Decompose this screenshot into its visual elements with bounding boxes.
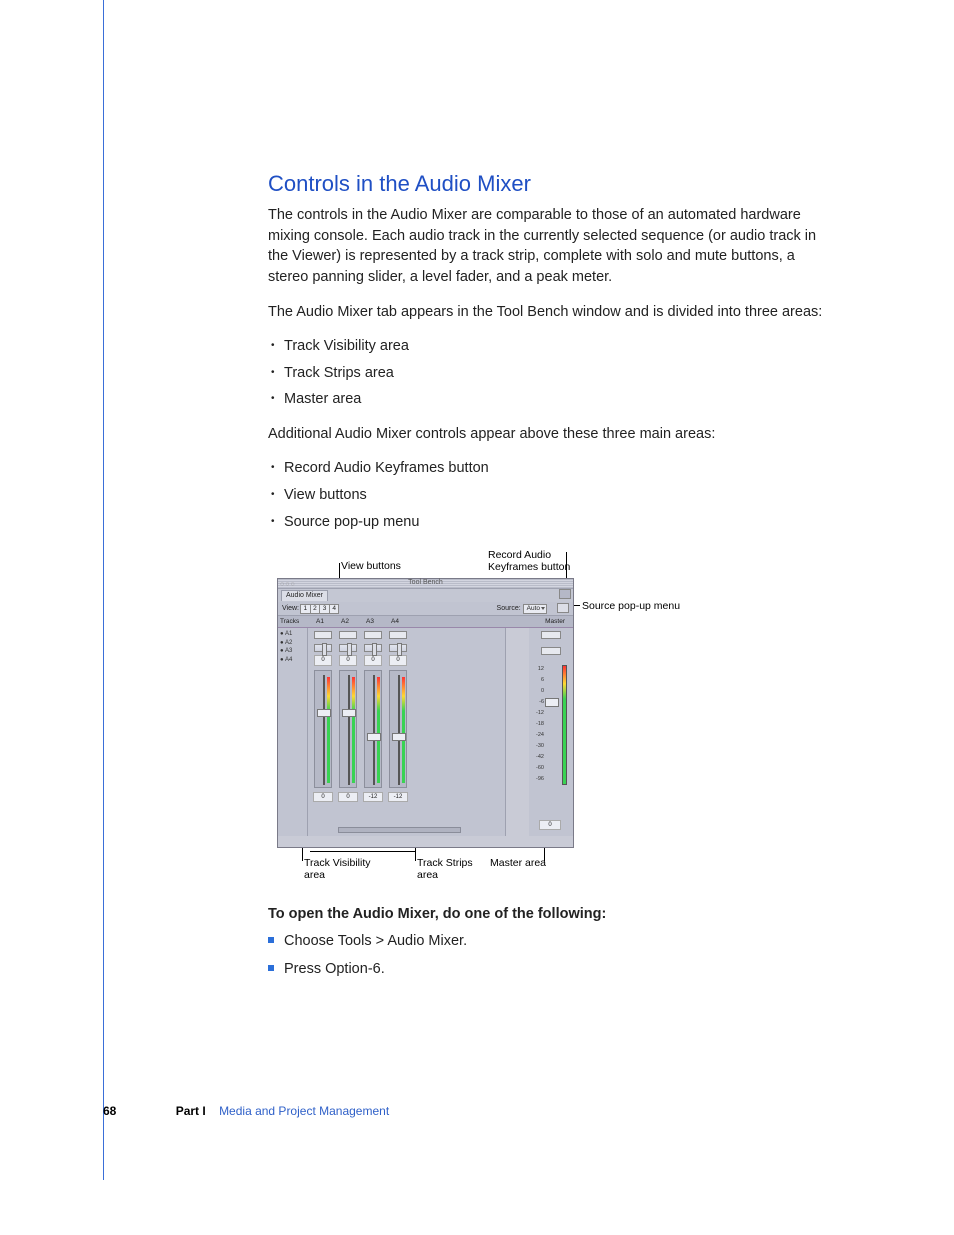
intro-para-3: Additional Audio Mixer controls appear a…	[268, 424, 828, 445]
view-button-4[interactable]: 4	[329, 604, 340, 614]
hdr-a2: A2	[341, 617, 349, 626]
record-keyframes-button[interactable]	[557, 603, 569, 613]
section-title: Media and Project Management	[219, 1104, 389, 1118]
pan-value-a1: 0	[314, 655, 332, 666]
page-number: 68	[103, 1104, 116, 1118]
level-value-a2: 0	[338, 792, 358, 803]
fader-a3[interactable]	[364, 670, 382, 788]
master-area: 1260-6-12-18-24-30-42-60-96 0	[529, 628, 573, 836]
strips-scrollbar[interactable]	[338, 827, 461, 833]
list-item: Choose Tools > Audio Mixer.	[268, 931, 828, 952]
master-fader[interactable]	[545, 698, 559, 707]
master-downmix-button[interactable]	[541, 647, 561, 655]
fader-a2[interactable]	[339, 670, 357, 788]
pan-slider-a4[interactable]	[389, 644, 407, 652]
hdr-a4: A4	[391, 617, 399, 626]
window-title: Tool Bench	[278, 578, 573, 588]
track-strips-area: 0 0 0 0 0	[308, 628, 506, 836]
fader-a1[interactable]	[314, 670, 332, 788]
vis-toggle-a1[interactable]: ● A1	[280, 630, 305, 639]
solo-mute-a3[interactable]	[364, 631, 382, 639]
solo-mute-a1[interactable]	[314, 631, 332, 639]
callout-record-audio-2: Keyframes button	[488, 560, 570, 575]
pan-value-a4: 0	[389, 655, 407, 666]
hdr-tracks: Tracks	[280, 617, 299, 626]
level-value-a3: -12	[363, 792, 383, 803]
pan-slider-a2[interactable]	[339, 644, 357, 652]
solo-mute-a4[interactable]	[389, 631, 407, 639]
list-item: Track Strips area	[268, 363, 828, 384]
callout-track-strips-2: area	[417, 868, 438, 883]
vis-toggle-a4[interactable]: ● A4	[280, 656, 305, 665]
list-item: Source pop-up menu	[268, 512, 828, 533]
window-titlebar: ○○○ Tool Bench	[278, 579, 573, 589]
audio-mixer-tab[interactable]: Audio Mixer	[281, 590, 328, 601]
track-strip-a1: 0 0	[311, 628, 335, 836]
hdr-a1: A1	[316, 617, 324, 626]
page-footer: 68 Part I Media and Project Management	[103, 1104, 389, 1118]
open-steps-list: Choose Tools > Audio Mixer. Press Option…	[268, 931, 828, 980]
open-mixer-heading: To open the Audio Mixer, do one of the f…	[268, 904, 828, 925]
level-value-a4: -12	[388, 792, 408, 803]
controls-list: Record Audio Keyframes button View butto…	[268, 458, 828, 532]
callout-track-vis-2: area	[304, 868, 325, 883]
audio-mixer-figure: View buttons Record Audio Keyframes butt…	[268, 546, 828, 886]
list-item: Master area	[268, 389, 828, 410]
hdr-a3: A3	[366, 617, 374, 626]
master-level-value: 0	[539, 820, 561, 831]
vis-toggle-a2[interactable]: ● A2	[280, 639, 305, 648]
intro-para-2: The Audio Mixer tab appears in the Tool …	[268, 302, 828, 323]
pan-value-a3: 0	[364, 655, 382, 666]
pan-value-a2: 0	[339, 655, 357, 666]
track-visibility-area: ● A1 ● A2 ● A3 ● A4	[278, 628, 308, 836]
source-popup-menu[interactable]: Auto	[523, 604, 547, 614]
window-menu-button[interactable]	[559, 589, 571, 599]
callout-source-popup: Source pop-up menu	[582, 599, 680, 614]
audio-mixer-window: ○○○ Tool Bench Audio Mixer View: 1234 So…	[277, 578, 574, 848]
master-meter	[562, 665, 567, 785]
list-item: Record Audio Keyframes button	[268, 458, 828, 479]
track-strip-a2: 0 0	[336, 628, 360, 836]
column-headers: Tracks A1 A2 A3 A4 Master	[278, 616, 573, 628]
list-item: Press Option-6.	[268, 959, 828, 980]
source-label: Source:	[497, 605, 521, 612]
level-value-a1: 0	[313, 792, 333, 803]
areas-list: Track Visibility area Track Strips area …	[268, 336, 828, 410]
hdr-master: Master	[545, 617, 565, 626]
vis-toggle-a3[interactable]: ● A3	[280, 647, 305, 656]
fader-a4[interactable]	[389, 670, 407, 788]
part-label: Part I	[176, 1104, 206, 1118]
master-scale: 1260-6-12-18-24-30-42-60-96	[532, 664, 544, 785]
track-strip-a3: 0 -12	[361, 628, 385, 836]
callout-master-area: Master area	[490, 856, 546, 871]
solo-mute-a2[interactable]	[339, 631, 357, 639]
track-strip-a4: 0 -12	[386, 628, 410, 836]
master-mute-button[interactable]	[541, 631, 561, 639]
pan-slider-a3[interactable]	[364, 644, 382, 652]
page-heading: Controls in the Audio Mixer	[268, 168, 828, 199]
pan-slider-a1[interactable]	[314, 644, 332, 652]
list-item: View buttons	[268, 485, 828, 506]
callout-view-buttons: View buttons	[341, 559, 401, 574]
view-label: View:	[282, 605, 299, 612]
intro-para-1: The controls in the Audio Mixer are comp…	[268, 205, 828, 287]
list-item: Track Visibility area	[268, 336, 828, 357]
